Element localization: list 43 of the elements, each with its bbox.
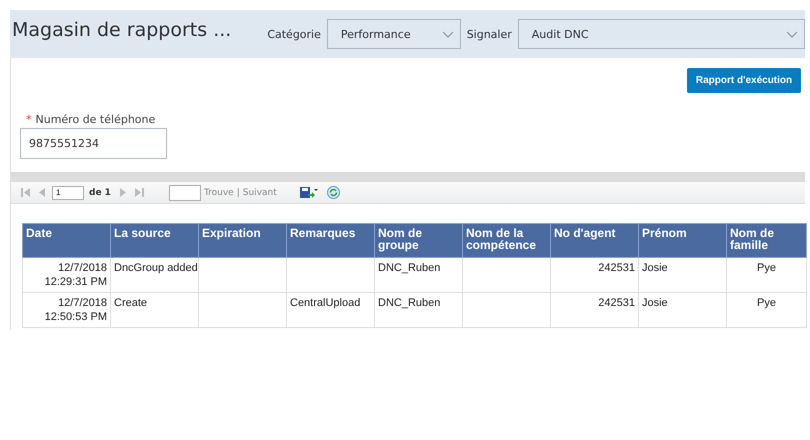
column-header: Nom de la compétence xyxy=(462,224,550,258)
chevron-down-icon xyxy=(442,30,454,38)
page-count: de 1 xyxy=(89,188,111,198)
report-dropdown[interactable]: Audit DNC xyxy=(518,19,805,49)
column-header: La source xyxy=(110,224,198,258)
category-dropdown[interactable]: Performance xyxy=(326,19,461,49)
category-label: Catégorie xyxy=(267,28,321,40)
table-cell: DNC_Ruben xyxy=(374,258,462,292)
chevron-down-icon xyxy=(786,30,798,38)
required-mark: * xyxy=(26,113,32,126)
table-cell: Josie xyxy=(638,292,726,328)
table-cell: 12/7/2018 12:50:53 PM xyxy=(22,292,110,328)
column-header: Nom de groupe xyxy=(374,224,462,258)
table-cell: Create xyxy=(110,292,198,328)
column-header: Nom de famille xyxy=(726,224,806,258)
column-header: Remarques xyxy=(286,224,374,258)
report-label: Signaler xyxy=(466,28,512,40)
table-cell: 12/7/2018 12:29:31 PM xyxy=(22,258,110,292)
separator-text: | xyxy=(236,188,240,198)
find-input[interactable] xyxy=(168,184,201,200)
column-header: No d'agent xyxy=(550,224,638,258)
page-title: Magasin de rapports ... xyxy=(12,19,232,41)
table-cell: DNC_Ruben xyxy=(374,292,462,328)
save-icon[interactable] xyxy=(300,186,318,198)
column-header: Expiration xyxy=(198,224,286,258)
table-cell: 242531 xyxy=(550,292,638,328)
column-header: Date xyxy=(22,224,110,258)
column-header: Prénom xyxy=(638,224,726,258)
table-cell: DncGroup added xyxy=(110,258,198,292)
table-cell: Josie xyxy=(638,258,726,292)
next-page-icon[interactable] xyxy=(120,188,126,197)
page-number-input[interactable]: 1 xyxy=(52,186,84,200)
table-cell: 242531 xyxy=(550,258,638,292)
previous-page-icon[interactable] xyxy=(39,188,45,197)
table-cell: Pye xyxy=(726,258,806,292)
first-page-icon[interactable] xyxy=(21,188,30,197)
run-report-button[interactable]: Rapport d'exécution xyxy=(687,68,801,93)
phone-label: Numéro de téléphone xyxy=(36,113,156,126)
table-cell: Pye xyxy=(726,292,806,328)
refresh-icon[interactable] xyxy=(326,186,340,199)
table-cell: CentralUpload xyxy=(286,292,374,328)
phone-input[interactable]: 9875551234 xyxy=(20,128,167,159)
last-page-icon[interactable] xyxy=(134,188,144,197)
